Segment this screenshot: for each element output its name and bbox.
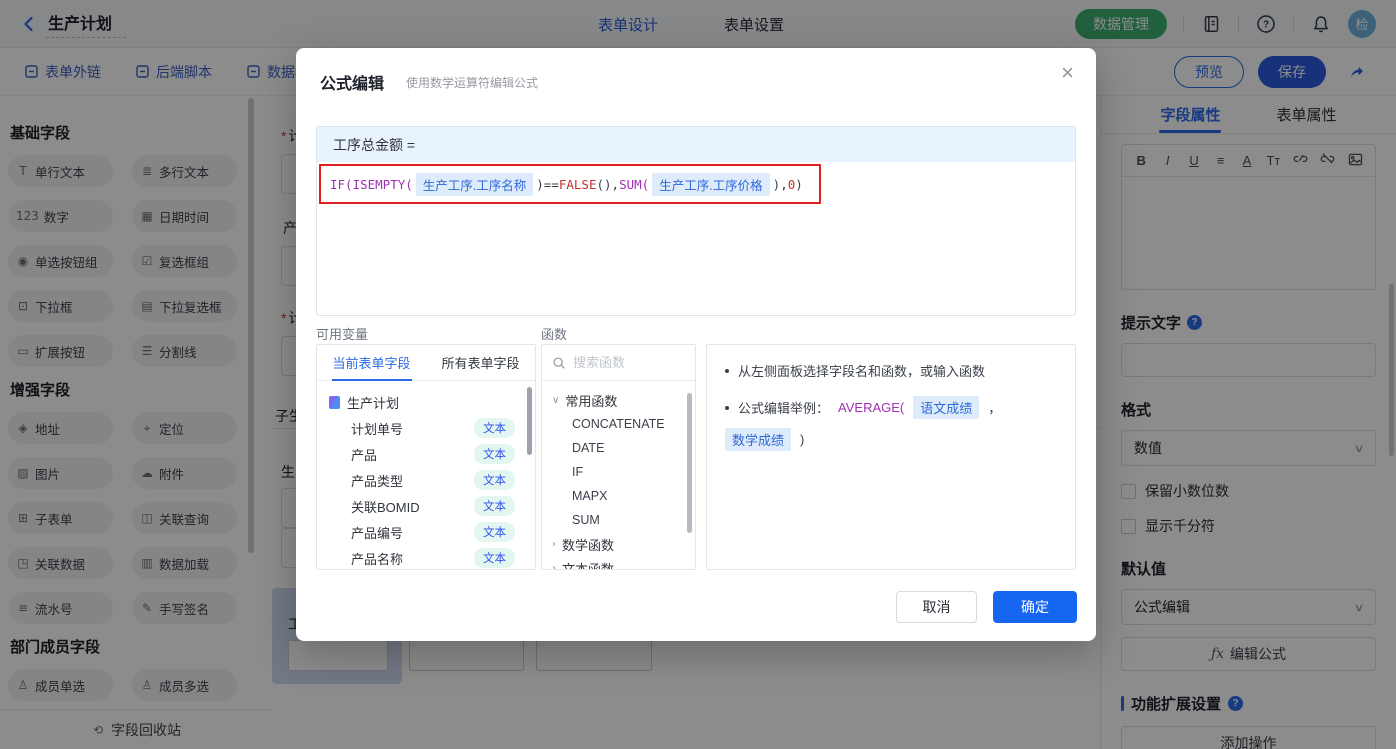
example-chip: 数学成绩: [725, 428, 792, 451]
example-function: AVERAGE(: [838, 400, 905, 415]
variable-row[interactable]: 产品编号 文本: [329, 519, 535, 545]
variable-type-tag: 文本: [474, 496, 515, 516]
variable-row[interactable]: 产品名称 文本: [329, 545, 535, 569]
formula-editor-box: 工序总金额 = IF(ISEMPTY(生产工序.工序名称)== FALSE (), S…: [316, 126, 1076, 316]
function-search-input[interactable]: [573, 355, 673, 370]
variables-tabs: 当前表单字段 所有表单字段: [317, 345, 535, 381]
cancel-button[interactable]: 取消: [896, 591, 977, 623]
formula-token[interactable]: ),: [773, 177, 788, 192]
formula-edit-modal: 公式编辑 使用数学运算符编辑公式 × 工序总金额 = IF(ISEMPTY(生产…: [296, 48, 1096, 641]
hint-line-2: 公式编辑举例： AVERAGE( 语文成绩 ， 数学成绩 ): [725, 396, 1057, 451]
modal-footer: 取消 确定: [296, 591, 1096, 623]
variable-name: 产品: [351, 447, 378, 463]
hint-line-1: 从左侧面板选择字段名和函数，或输入函数: [725, 361, 1057, 380]
formula-token[interactable]: ): [795, 177, 803, 192]
formula-token[interactable]: 0: [788, 177, 796, 192]
chevron-down-icon: ∨: [552, 394, 560, 406]
variable-name: 计划单号: [351, 421, 404, 437]
app-window: 生产计划 表单设计 表单设置 数据管理 ? 检 表单外链 后端脚本 数据权 预览…: [0, 0, 1396, 749]
formula-token[interactable]: SUM(: [619, 177, 649, 192]
variable-row[interactable]: 产品 文本: [329, 441, 535, 467]
functions-scrollbar[interactable]: [687, 393, 692, 533]
group-text-functions[interactable]: › 文本函数: [552, 556, 695, 570]
tree-root-label: 生产计划: [347, 395, 400, 411]
function-item[interactable]: SUM: [552, 508, 695, 532]
tab-current-form-fields[interactable]: 当前表单字段: [317, 345, 426, 380]
bullet-icon: [725, 368, 729, 373]
variables-panel: 当前表单字段 所有表单字段 生产计划 计划单号 文本 产品 文本 产品类型 文本…: [316, 344, 536, 570]
group-common-functions[interactable]: ∨ 常用函数: [552, 388, 695, 412]
formula-expression[interactable]: IF(ISEMPTY(生产工序.工序名称)== FALSE (), SUM(生产工序.…: [319, 164, 821, 204]
modal-title: 公式编辑: [320, 76, 385, 93]
formula-token[interactable]: (),: [597, 177, 620, 192]
variable-name: 产品编号: [351, 525, 404, 541]
hints-panel: 从左侧面板选择字段名和函数，或输入函数 公式编辑举例： AVERAGE( 语文成…: [706, 344, 1076, 570]
chevron-right-icon: ›: [552, 538, 556, 550]
chevron-right-icon: ›: [552, 562, 556, 570]
variables-scrollbar[interactable]: [527, 387, 532, 455]
function-item[interactable]: IF: [552, 460, 695, 484]
formula-token[interactable]: )==: [536, 177, 559, 192]
group-math-functions[interactable]: › 数学函数: [552, 532, 695, 556]
function-search: [542, 345, 695, 381]
close-icon[interactable]: ×: [1061, 62, 1074, 84]
formula-token[interactable]: IF(ISEMPTY(: [330, 177, 413, 192]
formula-token[interactable]: 生产工序.工序价格: [652, 172, 770, 196]
variable-type-tag: 文本: [474, 470, 515, 490]
variable-type-tag: 文本: [474, 444, 515, 464]
search-icon: [553, 356, 565, 369]
variables-tree: 生产计划 计划单号 文本 产品 文本 产品类型 文本 关联BOMID 文本 产品…: [317, 381, 535, 569]
variable-name: 产品名称: [351, 551, 404, 567]
confirm-button[interactable]: 确定: [993, 591, 1077, 623]
variable-name: 产品类型: [351, 473, 404, 489]
variable-row[interactable]: 关联BOMID 文本: [329, 493, 535, 519]
variable-row[interactable]: 计划单号 文本: [329, 415, 535, 441]
functions-panel: ∨ 常用函数 CONCATENATEDATEIFMAPXSUM › 数学函数 ›…: [541, 344, 696, 570]
formula-token[interactable]: 生产工序.工序名称: [415, 172, 534, 196]
formula-target: 工序总金额 =: [317, 127, 1075, 162]
variable-type-tag: 文本: [474, 418, 515, 438]
variable-name: 关联BOMID: [351, 499, 420, 515]
tree-root[interactable]: 生产计划: [329, 389, 535, 415]
functions-tree: ∨ 常用函数 CONCATENATE DATE IF MAPX SUM › 数学函数 ›…: [542, 381, 695, 570]
bullet-icon: [725, 405, 729, 410]
variables-label: 可用变量: [316, 327, 369, 342]
function-item[interactable]: CONCATENATE: [552, 412, 695, 436]
tab-all-form-fields[interactable]: 所有表单字段: [426, 345, 535, 380]
modal-subtitle: 使用数学运算符编辑公式: [406, 76, 539, 90]
functions-label: 函数: [541, 327, 568, 342]
variable-row[interactable]: 产品类型 文本: [329, 467, 535, 493]
example-chip: 语文成绩: [913, 396, 980, 419]
formula-token[interactable]: FALSE: [559, 177, 597, 192]
variable-type-tag: 文本: [474, 522, 515, 542]
function-item[interactable]: MAPX: [552, 484, 695, 508]
variable-type-tag: 文本: [474, 548, 515, 568]
form-doc-icon: [329, 395, 340, 409]
function-item[interactable]: DATE: [552, 436, 695, 460]
